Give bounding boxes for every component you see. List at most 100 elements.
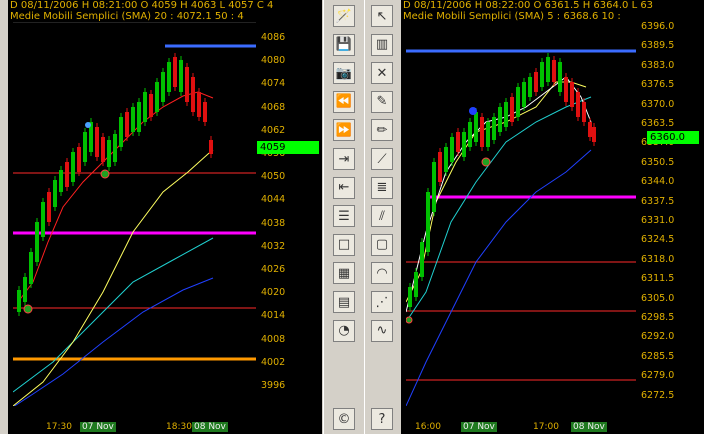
compress-button[interactable]: ⇥ <box>333 148 355 170</box>
fan-button[interactable]: ⋰ <box>371 291 393 313</box>
candle-body <box>143 92 147 122</box>
left-plot-area[interactable] <box>13 22 256 406</box>
x-axis-label: 08 Nov <box>571 422 607 432</box>
help-icon: ? <box>378 411 386 427</box>
wizard-icon: 🪄 <box>335 8 353 24</box>
rewind-button[interactable]: ⏪ <box>333 90 355 113</box>
candle-body <box>95 127 99 157</box>
left-chart-header: D 08/11/2006 H 08:21:00 O 4059 H 4063 L … <box>8 0 322 22</box>
candle-body <box>71 152 75 182</box>
table-button[interactable]: ▤ <box>333 291 355 313</box>
candle-body <box>420 242 424 277</box>
pivot-marker <box>406 316 413 324</box>
left-y-axis: 4086408040744068406240564050404440384032… <box>258 22 322 418</box>
left-last-price-badge: 4059 <box>257 141 319 154</box>
camera-button[interactable]: 📷 <box>333 62 355 85</box>
y-tick-label: 6331.0 <box>641 215 675 226</box>
compress-icon: ⇥ <box>338 151 350 167</box>
x-axis-label: 17:30 <box>46 422 72 432</box>
trendline-button[interactable]: ⟋ <box>371 148 393 170</box>
candle-body <box>149 94 153 117</box>
pencil-icon: ✎ <box>376 94 388 110</box>
candle-body <box>155 82 159 112</box>
fibonacci-button[interactable]: ≣ <box>371 176 393 199</box>
candle-body <box>414 272 418 297</box>
rect-button[interactable]: ▢ <box>371 233 393 256</box>
y-tick-label: 4002 <box>261 356 286 368</box>
y-tick-label: 6344.0 <box>641 176 675 188</box>
save-button[interactable]: 💾 <box>333 33 355 56</box>
candle-body <box>59 170 63 192</box>
right-y-axis: 6396.06389.56383.06376.56370.06363.56357… <box>638 21 704 418</box>
pencil-button[interactable]: ✎ <box>371 90 393 113</box>
candle-body <box>528 77 532 97</box>
pencil-alt-button[interactable]: ✏ <box>371 119 393 142</box>
right-header-ohlc: D 08/11/2006 H 08:22:00 O 6361.5 H 6364.… <box>403 0 654 11</box>
x-axis-label: 07 Nov <box>80 422 116 432</box>
candle-body <box>486 122 490 147</box>
fast-forward-button[interactable]: ⏩ <box>333 119 355 142</box>
x-axis-label: 18:30 <box>166 422 192 432</box>
y-tick-label: 4026 <box>261 264 286 275</box>
pivot-marker <box>23 304 33 314</box>
x-axis-label: 08 Nov <box>192 422 228 432</box>
candle-body <box>510 97 514 122</box>
pivot-marker <box>85 122 91 128</box>
cross-icon: ✕ <box>376 65 388 81</box>
expand-button[interactable]: ⇤ <box>333 176 355 199</box>
ruler-icon: ▥ <box>375 37 389 53</box>
x-axis-label: 16:00 <box>415 422 441 432</box>
candle-body <box>498 107 502 132</box>
sma-cyan <box>13 237 214 393</box>
cross-button[interactable]: ✕ <box>371 62 393 85</box>
candle-body <box>41 202 45 237</box>
help-button[interactable]: ? <box>371 408 393 430</box>
right-plot-area[interactable] <box>406 22 636 406</box>
wizard-button[interactable]: 🪄 <box>333 5 355 27</box>
right-x-axis: 16:00 07 Nov 17:00 08 Nov <box>401 418 704 434</box>
candle-body <box>17 290 21 312</box>
y-tick-label: 4008 <box>261 333 286 345</box>
expand-icon: ⇤ <box>338 180 350 196</box>
grid-icon: ▦ <box>337 265 351 281</box>
square-icon: □ <box>337 237 351 253</box>
y-tick-label: 6318.0 <box>641 253 675 265</box>
pointer-button[interactable]: ↖ <box>371 5 393 27</box>
y-tick-label: 6370.0 <box>641 98 675 110</box>
pointer-icon: ↖ <box>376 8 388 24</box>
y-tick-label: 6285.5 <box>641 350 675 362</box>
y-tick-label: 4032 <box>261 240 286 252</box>
pivot-marker <box>100 169 110 179</box>
square-button[interactable]: □ <box>333 233 355 256</box>
candle-body <box>570 82 574 107</box>
candle-body <box>83 132 87 162</box>
arc-button[interactable]: ◠ <box>371 262 393 285</box>
candle-body <box>137 102 141 132</box>
ruler-button[interactable]: ▥ <box>371 33 393 56</box>
candle-body <box>131 107 135 132</box>
candle-body <box>492 117 496 140</box>
pie-button[interactable]: ◔ <box>333 319 355 342</box>
wave-button[interactable]: ∿ <box>371 319 393 342</box>
candle-body <box>534 72 538 92</box>
table-icon: ▤ <box>337 294 351 310</box>
channel-button[interactable]: ⫽ <box>371 205 393 228</box>
copyright-button[interactable]: © <box>333 408 355 430</box>
fast-forward-icon: ⏩ <box>335 122 353 138</box>
candle-body <box>125 112 129 137</box>
bars-button[interactable]: ☰ <box>333 205 355 228</box>
candle-body <box>474 112 478 142</box>
y-tick-label: 6337.5 <box>641 195 675 207</box>
left-price-chart <box>13 22 256 406</box>
candle-body <box>588 122 592 137</box>
candle-body <box>592 127 596 142</box>
candle-body <box>197 92 201 117</box>
sma-yellow <box>13 149 214 406</box>
left-chart-panel[interactable]: D 08/11/2006 H 08:21:00 O 4059 H 4063 L … <box>8 0 322 434</box>
grid-button[interactable]: ▦ <box>333 262 355 285</box>
pivot-marker <box>481 157 491 167</box>
copyright-icon: © <box>337 411 351 427</box>
candle-body <box>516 87 520 117</box>
right-chart-panel[interactable]: D 08/11/2006 H 08:22:00 O 6361.5 H 6364.… <box>401 0 704 434</box>
candle-body <box>65 162 69 187</box>
